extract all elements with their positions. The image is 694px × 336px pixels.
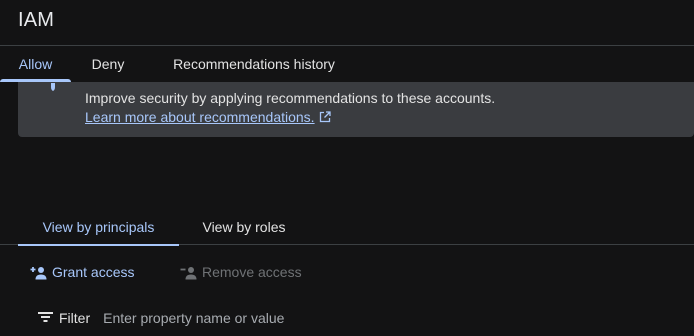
view-tabs: View by principals View by roles xyxy=(0,210,694,246)
filter-bar: Filter xyxy=(38,307,424,329)
policy-tabs: Allow Deny Recommendations history xyxy=(0,46,694,82)
tab-deny[interactable]: Deny xyxy=(78,46,138,82)
grant-access-label: Grant access xyxy=(52,264,135,280)
tab-view-by-roles[interactable]: View by roles xyxy=(189,210,299,245)
remove-access-button[interactable]: Remove access xyxy=(180,262,302,282)
recommendations-banner: Improve security by applying recommendat… xyxy=(18,82,694,137)
filter-label: Filter xyxy=(59,310,91,326)
grant-access-button[interactable]: Grant access xyxy=(30,262,134,282)
tab-view-by-principals-label: View by principals xyxy=(42,219,155,235)
remove-access-label: Remove access xyxy=(202,264,302,280)
page-title: IAM xyxy=(18,9,55,31)
filter-list-icon xyxy=(38,310,53,326)
tab-allow-label: Allow xyxy=(18,56,53,72)
banner-message: Improve security by applying recommendat… xyxy=(85,90,496,106)
tab-deny-label: Deny xyxy=(91,56,125,72)
tab-view-by-roles-label: View by roles xyxy=(202,219,286,235)
page-header: IAM xyxy=(0,0,694,46)
person-add-icon xyxy=(30,267,47,280)
lightbulb-icon xyxy=(48,82,58,91)
learn-more-link[interactable]: Learn more about recommendations. xyxy=(85,109,331,126)
tab-recommendations-history-label: Recommendations history xyxy=(173,56,335,72)
open-in-new-icon xyxy=(319,110,331,126)
active-view-tab-indicator xyxy=(18,244,179,246)
tab-view-by-principals[interactable]: View by principals xyxy=(18,210,179,246)
learn-more-link-label: Learn more about recommendations. xyxy=(85,109,315,125)
filter-input[interactable] xyxy=(103,310,424,326)
iam-page: IAM Allow Deny Recommendations history I… xyxy=(0,0,694,336)
person-remove-icon xyxy=(180,267,197,280)
tab-recommendations-history[interactable]: Recommendations history xyxy=(152,46,356,82)
tab-allow[interactable]: Allow xyxy=(0,46,71,82)
